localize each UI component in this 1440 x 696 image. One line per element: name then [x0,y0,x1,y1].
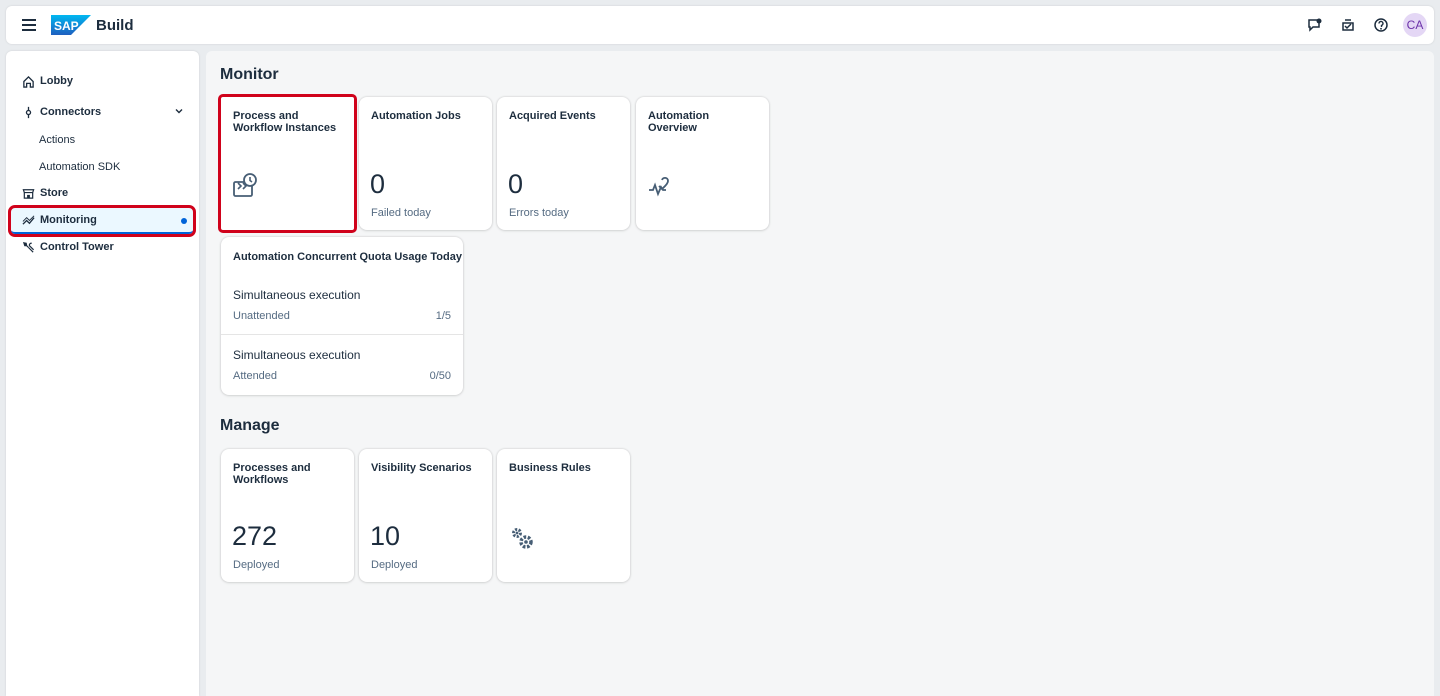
quota-row-label: Simultaneous execution [233,288,361,302]
connector-icon [20,104,36,120]
quota-usage-card[interactable]: Automation Concurrent Quota Usage Today … [221,237,463,395]
tile-acquired-events[interactable]: Acquired Events 0 Errors today [497,97,630,230]
quota-row-value: 1/5 [435,310,451,322]
tile-value: 0 [508,169,524,199]
menu-icon[interactable] [15,11,43,39]
nav-item-automation-sdk[interactable]: Automation SDK [11,155,193,179]
quota-row-unattended: Simultaneous execution Unattended 1/5 [221,288,463,348]
nav-label: Control Tower [40,241,114,253]
tile-title: Acquired Events [509,110,596,122]
quota-title: Automation Concurrent Quota Usage Today [233,251,462,263]
tile-title: Process and Workflow Instances [233,110,337,134]
nav-item-monitoring[interactable]: Monitoring [8,205,196,237]
tile-business-rules[interactable]: Business Rules [497,449,630,582]
quota-row-attended: Simultaneous execution Attended 0/50 [221,348,463,408]
store-icon [20,185,36,201]
home-icon [20,73,36,89]
nav-label: Actions [39,134,76,146]
tile-subtitle: Failed today [371,207,431,219]
nav-item-control-tower[interactable]: Control Tower [11,234,193,260]
chevron-down-icon[interactable] [173,105,185,117]
nav-label: Store [40,187,69,199]
user-avatar[interactable]: CA [1403,13,1427,37]
heart-pulse-icon [649,176,669,197]
tile-value: 0 [370,169,386,199]
divider [221,334,463,335]
tile-process-workflow-instances[interactable]: Process and Workflow Instances [218,94,357,233]
tile-value: 272 [232,521,278,551]
tile-subtitle: Deployed [233,559,280,571]
nav-item-store[interactable]: Store [11,180,193,206]
tile-subtitle: Errors today [509,207,569,219]
selected-indicator [181,218,187,224]
tile-title: Business Rules [509,462,591,474]
monitor-section-title: Monitor [220,66,279,83]
nav-item-actions[interactable]: Actions [11,128,193,152]
joule-chat-icon[interactable] [1304,14,1326,36]
nav-item-lobby[interactable]: Lobby [11,68,193,94]
side-navigation: Lobby Connectors Actions Automation SDK … [6,51,199,696]
help-icon[interactable] [1370,14,1392,36]
sap-logo[interactable]: SAP [51,15,91,35]
quota-row-type: Attended [233,370,278,382]
tile-title: Automation Jobs [371,110,461,122]
tile-visibility-scenarios[interactable]: Visibility Scenarios 10 Deployed [359,449,492,582]
tile-title: Processes and Workflows [233,462,311,486]
tile-title: Automation Overview [648,110,710,134]
nav-label: Monitoring [40,214,97,226]
process-instances-icon [233,173,257,197]
notifications-icon[interactable] [1337,14,1359,36]
nav-label: Lobby [40,75,73,87]
tile-subtitle: Deployed [371,559,418,571]
quota-row-value: 0/50 [429,370,451,382]
tile-value: 10 [370,521,401,551]
nav-label: Automation SDK [39,161,121,173]
gears-icon [512,528,533,549]
logo-text: SAP [54,19,79,33]
quota-row-label: Simultaneous execution [233,348,361,362]
tile-title: Visibility Scenarios [371,462,472,474]
nav-item-connectors[interactable]: Connectors [11,99,193,125]
main-content: Monitor Process and Workflow Instances A… [206,51,1434,696]
tile-processes-workflows[interactable]: Processes and Workflows 272 Deployed [221,449,354,582]
tile-automation-jobs[interactable]: Automation Jobs 0 Failed today [359,97,492,230]
product-name: Build [96,16,134,34]
quota-row-type: Unattended [233,310,290,322]
wrench-icon [20,239,36,255]
shell-header: SAP Build CA [6,6,1434,44]
nav-label: Connectors [40,106,102,118]
line-chart-icon [20,212,36,228]
manage-section-title: Manage [220,417,280,434]
tile-automation-overview[interactable]: Automation Overview [636,97,769,230]
